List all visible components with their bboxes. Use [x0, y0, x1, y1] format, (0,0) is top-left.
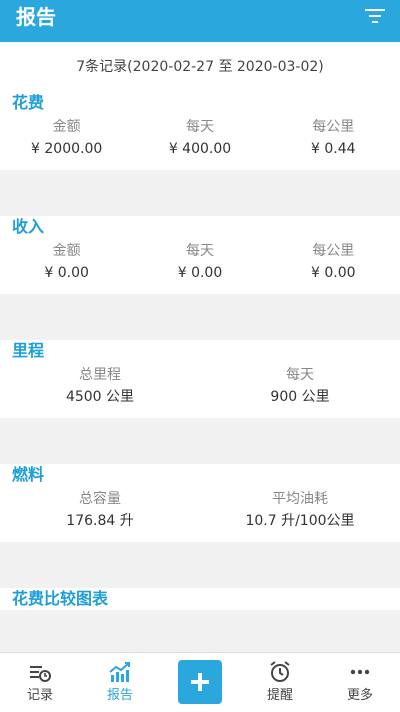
income-per-day: 每天 ¥ 0.00: [133, 238, 266, 290]
stat-label: 平均油耗: [272, 491, 328, 507]
nav-report-label: 报告: [106, 688, 133, 703]
stat-label: 每公里: [312, 243, 355, 259]
expense-section-title: 花费: [0, 92, 400, 114]
stat-label: 金额: [52, 243, 81, 259]
nav-records-label: 记录: [26, 688, 53, 703]
expense-amount: 金额 ¥ 2000.00: [0, 114, 133, 166]
nav-reminder[interactable]: 提醒: [240, 653, 320, 712]
stat-value: ¥ 2000.00: [31, 141, 103, 157]
fuel-section-title: 燃料: [0, 464, 400, 486]
records-icon: [30, 666, 51, 682]
app-bar: 报告: [0, 0, 400, 42]
nav-add[interactable]: [160, 653, 240, 712]
stat-value: 10.7 升/100公里: [245, 513, 355, 529]
bottom-navigation: 记录 报告 提醒 更多: [0, 652, 400, 712]
stat-label: 每公里: [312, 119, 355, 135]
page-title: 报告: [16, 5, 56, 29]
section-gap: [0, 542, 400, 588]
more-icon: [350, 669, 370, 675]
alarm-clock-icon: [270, 661, 290, 682]
plus-icon: [191, 673, 209, 691]
stat-value: ¥ 400.00: [168, 141, 232, 157]
stat-label: 每天: [185, 243, 214, 259]
report-content[interactable]: 7条记录(2020-02-27 至 2020-03-02) 花费 金额 ¥ 20…: [0, 42, 400, 652]
fuel-average-consumption: 平均油耗 10.7 升/100公里: [200, 486, 400, 538]
fuel-total-volume: 总容量 176.84 升: [0, 486, 200, 538]
expense-per-day: 每天 ¥ 400.00: [133, 114, 266, 166]
nav-report[interactable]: 报告: [80, 653, 160, 712]
mileage-per-day: 每天 900 公里: [200, 362, 400, 414]
stat-value: ¥ 0.00: [44, 265, 89, 281]
nav-records[interactable]: 记录: [0, 653, 80, 712]
fuel-stats: 总容量 176.84 升 平均油耗 10.7 升/100公里: [0, 486, 400, 542]
stat-value: 176.84 升: [66, 513, 134, 529]
income-per-km: 每公里 ¥ 0.00: [267, 238, 400, 290]
stat-value: ¥ 0.44: [311, 141, 356, 157]
section-gap: [0, 294, 400, 340]
stat-label: 每天: [185, 119, 214, 135]
mileage-stats: 总里程 4500 公里 每天 900 公里: [0, 362, 400, 418]
section-gap: [0, 170, 400, 216]
expense-chart-section-title: 花费比较图表: [0, 588, 400, 610]
stat-value: ¥ 0.00: [311, 265, 356, 281]
chart-icon: [109, 662, 130, 682]
record-summary: 7条记录(2020-02-27 至 2020-03-02): [0, 42, 400, 92]
mileage-total: 总里程 4500 公里: [0, 362, 200, 414]
stat-label: 总容量: [79, 491, 121, 507]
stat-label: 总里程: [79, 367, 121, 383]
nav-reminder-label: 提醒: [266, 688, 293, 703]
mileage-section-title: 里程: [0, 340, 400, 362]
nav-more-label: 更多: [346, 688, 373, 703]
filter-icon[interactable]: [364, 6, 386, 26]
stat-value: 4500 公里: [65, 389, 135, 405]
section-gap: [0, 418, 400, 464]
nav-more[interactable]: 更多: [320, 653, 400, 712]
expense-per-km: 每公里 ¥ 0.44: [267, 114, 400, 166]
income-amount: 金额 ¥ 0.00: [0, 238, 133, 290]
income-stats: 金额 ¥ 0.00 每天 ¥ 0.00 每公里 ¥ 0.00: [0, 238, 400, 294]
add-button[interactable]: [178, 660, 222, 704]
stat-label: 金额: [52, 119, 81, 135]
expense-stats: 金额 ¥ 2000.00 每天 ¥ 400.00 每公里 ¥ 0.44: [0, 114, 400, 170]
stat-label: 每天: [286, 367, 314, 383]
stat-value: ¥ 0.00: [177, 265, 223, 281]
stat-value: 900 公里: [270, 389, 330, 405]
income-section-title: 收入: [0, 216, 400, 238]
